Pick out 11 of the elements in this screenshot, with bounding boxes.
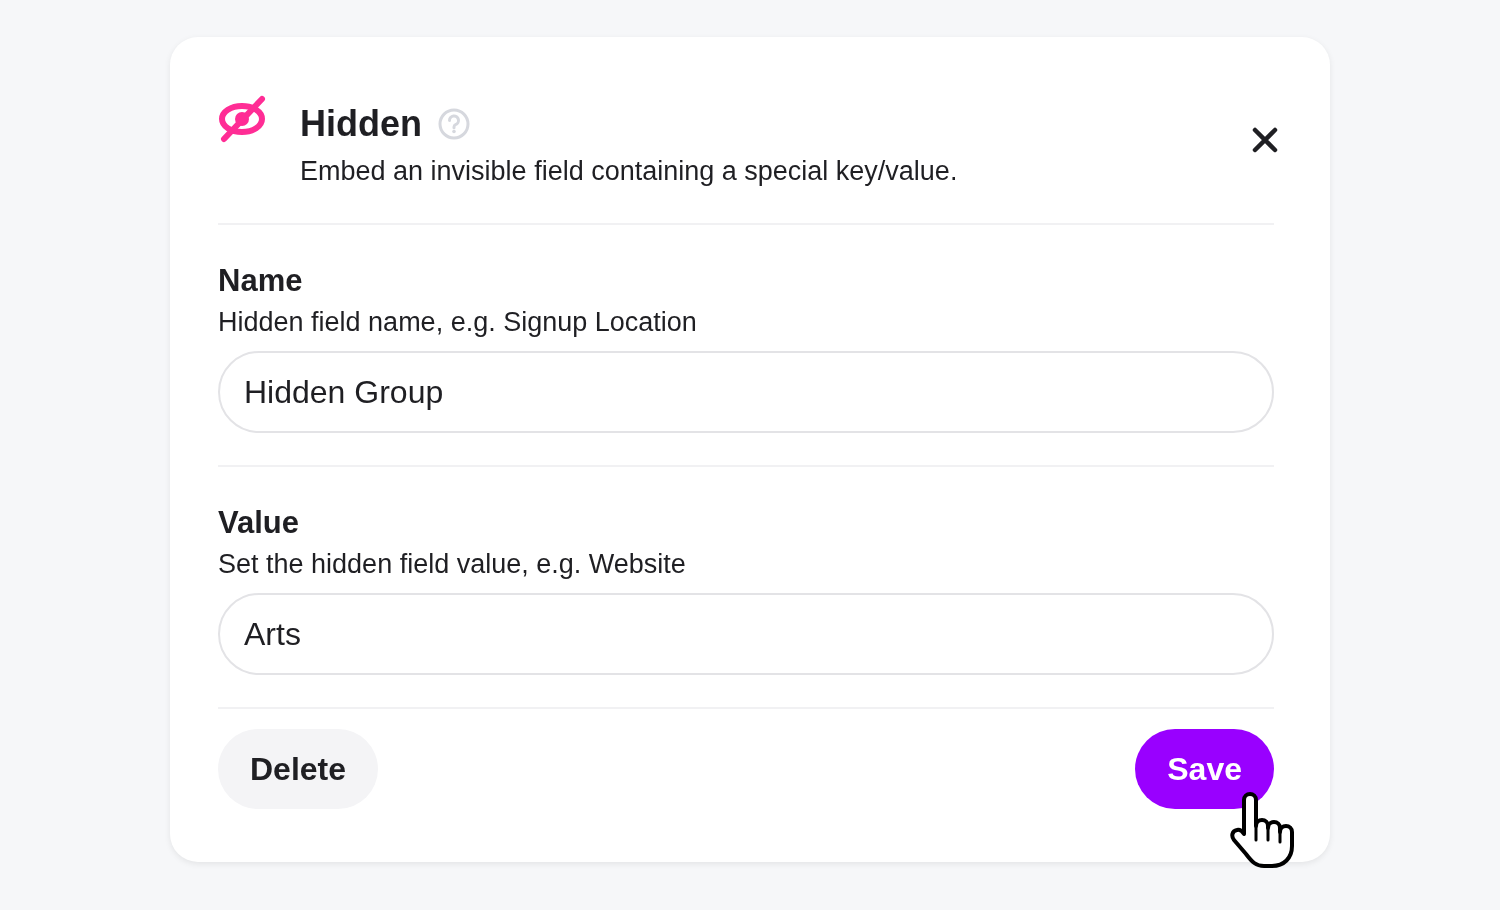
- dialog-title: Hidden: [300, 103, 422, 145]
- field-label: Name: [218, 262, 304, 300]
- field-hint: Set the hidden field value, e.g. Website: [218, 548, 687, 581]
- dialog-description: Embed an invisible field containing a special key/value.: [300, 155, 958, 187]
- delete-button[interactable]: Delete: [218, 729, 379, 809]
- field-label: Value: [218, 504, 300, 542]
- eye-slash-icon: [218, 95, 268, 143]
- save-button[interactable]: Save: [1135, 729, 1274, 809]
- input-field[interactable]: Arts: [218, 593, 1274, 675]
- input-field[interactable]: Hidden Group: [218, 351, 1274, 433]
- field-hint: Hidden field name, e.g. Signup Location: [218, 306, 698, 339]
